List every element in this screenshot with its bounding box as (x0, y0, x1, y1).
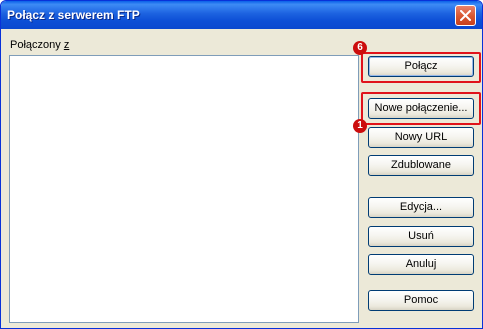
cancel-button[interactable]: Anuluj (368, 254, 474, 275)
title-bar[interactable]: Połącz z serwerem FTP (1, 1, 482, 29)
label-hotkey: z (63, 39, 70, 51)
new-connection-button[interactable]: Nowe połączenie... (368, 98, 474, 119)
help-button[interactable]: Pomoc (368, 290, 474, 311)
connections-list-label: Połączony z (10, 39, 69, 51)
edit-button[interactable]: Edycja... (368, 197, 474, 218)
ftp-connect-dialog: Połącz z serwerem FTP Połączony z 6 1 Po… (0, 0, 483, 329)
connections-listbox[interactable] (9, 55, 359, 323)
close-button[interactable] (455, 5, 476, 26)
delete-button[interactable]: Usuń (368, 226, 474, 247)
window-title: Połącz z serwerem FTP (7, 8, 140, 22)
badge-new-connection: 1 (353, 119, 367, 133)
label-text: Połączony (10, 39, 64, 51)
new-url-button[interactable]: Nowy URL (368, 127, 474, 148)
dialog-body: Połączony z 6 1 Połącz Nowe połączenie..… (4, 30, 481, 326)
close-icon (460, 10, 471, 21)
duplicate-button[interactable]: Zdublowane (368, 155, 474, 176)
badge-connect: 6 (353, 41, 367, 55)
connect-button[interactable]: Połącz (368, 56, 474, 77)
